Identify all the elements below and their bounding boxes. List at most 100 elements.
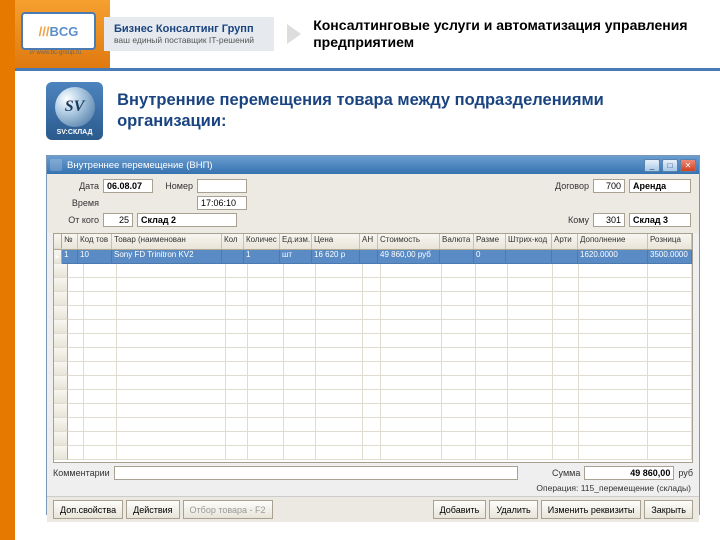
cell[interactable] [442,390,476,404]
table-row[interactable] [54,264,692,278]
cell[interactable] [381,292,442,306]
cell[interactable] [648,376,692,390]
cell[interactable] [363,432,381,446]
col-header[interactable]: Штрих-код [506,234,552,249]
table-row[interactable] [54,376,692,390]
table-row[interactable] [54,418,692,432]
to-name-field[interactable]: Склад 3 [629,213,691,227]
cell[interactable] [226,278,248,292]
props-button[interactable]: Доп.свойства [53,500,123,519]
from-code-field[interactable]: 25 [103,213,133,227]
col-header[interactable]: АН [360,234,378,249]
cell[interactable] [442,334,476,348]
cell[interactable] [381,404,442,418]
cell[interactable] [381,334,442,348]
window-titlebar[interactable]: Внутреннее перемещение (ВНП) _ □ ✕ [47,156,699,174]
cell[interactable] [284,334,316,348]
table-row[interactable] [54,362,692,376]
cell[interactable] [117,404,226,418]
cell[interactable] [579,348,648,362]
minimize-button[interactable]: _ [644,159,660,172]
row-handle[interactable] [54,334,68,348]
cell[interactable] [84,264,118,278]
cell[interactable] [363,348,381,362]
cell[interactable] [648,320,692,334]
cell[interactable] [284,264,316,278]
cell[interactable] [508,320,554,334]
cell[interactable] [442,404,476,418]
cell[interactable] [553,348,579,362]
cell[interactable] [316,376,364,390]
cell[interactable] [442,264,476,278]
cell[interactable] [248,418,284,432]
cell[interactable] [363,362,381,376]
cell[interactable] [381,362,442,376]
cell[interactable]: 16 620 р [312,250,360,264]
cell[interactable] [648,264,692,278]
cell[interactable] [248,348,284,362]
number-field[interactable] [197,179,247,193]
row-handle[interactable] [54,292,68,306]
cell[interactable] [648,292,692,306]
cell[interactable]: 10 [78,250,112,264]
cell[interactable] [84,390,118,404]
col-header[interactable]: Разме [474,234,506,249]
comment-field[interactable] [114,466,518,480]
cell[interactable] [84,362,118,376]
col-header[interactable]: Количес [244,234,280,249]
cell[interactable] [284,432,316,446]
table-row[interactable] [54,320,692,334]
cell[interactable] [117,446,226,460]
cell[interactable] [579,418,648,432]
cell[interactable]: 1620.0000 [578,250,648,264]
cell[interactable] [248,264,284,278]
cell[interactable] [284,362,316,376]
cell[interactable] [226,306,248,320]
cell[interactable] [84,334,118,348]
cell[interactable] [248,362,284,376]
cell[interactable] [442,306,476,320]
cell[interactable] [476,278,508,292]
cell[interactable] [476,418,508,432]
cell[interactable] [248,292,284,306]
cell[interactable] [248,334,284,348]
cell[interactable] [648,390,692,404]
cell[interactable] [248,446,284,460]
table-row[interactable]: 110Sony FD Trinitron KV21шт16 620 р49 86… [54,250,692,264]
cell[interactable] [648,418,692,432]
cell[interactable] [553,278,579,292]
cell[interactable] [442,446,476,460]
cell[interactable] [476,404,508,418]
cell[interactable] [117,362,226,376]
cell[interactable] [579,278,648,292]
col-header[interactable]: Код тов [78,234,112,249]
cell[interactable] [117,376,226,390]
cell[interactable] [284,306,316,320]
col-header[interactable]: Стоимость [378,234,440,249]
cell[interactable] [476,446,508,460]
cell[interactable] [316,306,364,320]
cell[interactable] [508,432,554,446]
cell[interactable] [363,446,381,460]
cell[interactable] [226,292,248,306]
cell[interactable] [508,404,554,418]
cell[interactable] [248,320,284,334]
cell[interactable] [226,264,248,278]
cell[interactable] [68,376,84,390]
table-row[interactable] [54,404,692,418]
row-handle[interactable] [54,362,68,376]
cell[interactable]: 1 [244,250,280,264]
data-grid[interactable]: №Код товТовар (наименованКолКоличесЕд.из… [53,233,693,463]
col-header[interactable]: Валюта [440,234,474,249]
cell[interactable] [117,264,226,278]
cell[interactable] [553,334,579,348]
cell[interactable] [226,418,248,432]
cell[interactable] [284,418,316,432]
cell[interactable] [363,306,381,320]
row-handle[interactable] [54,432,68,446]
cell[interactable] [579,390,648,404]
cell[interactable] [363,278,381,292]
cell[interactable] [84,432,118,446]
cell[interactable] [579,432,648,446]
cell[interactable] [248,390,284,404]
